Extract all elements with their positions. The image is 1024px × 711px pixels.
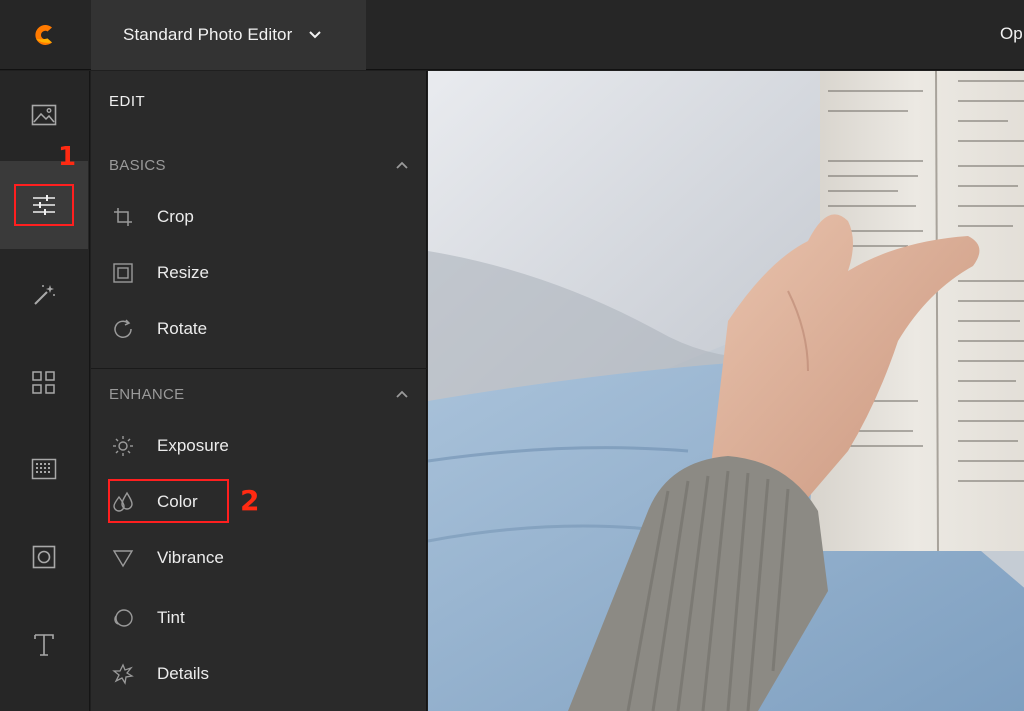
tool-crop[interactable]: Crop (109, 197, 409, 237)
top-bar: Standard Photo Editor Op (0, 0, 1024, 70)
step-marker-1: 1 (58, 142, 77, 172)
highlight-box-adjust (14, 184, 74, 226)
rail-item-effects[interactable] (0, 251, 88, 339)
details-icon (109, 660, 137, 688)
photo-image (428, 71, 1024, 711)
section-basics-title: BASICS (109, 156, 166, 174)
chevron-up-icon (396, 390, 408, 398)
tool-resize-label: Resize (157, 263, 209, 282)
sun-icon (109, 432, 137, 460)
tool-details[interactable]: Details (109, 654, 409, 694)
chevron-down-icon (308, 30, 322, 40)
tool-resize[interactable]: Resize (109, 253, 409, 293)
open-button[interactable]: Op (1000, 24, 1023, 44)
tool-exposure[interactable]: Exposure (109, 426, 409, 466)
editor-mode-label: Standard Photo Editor (123, 25, 293, 44)
tool-tint[interactable]: Tint (109, 598, 409, 638)
chevron-up-icon (396, 161, 408, 169)
highlight-box-color (108, 479, 229, 523)
rail-item-textures[interactable] (0, 425, 88, 513)
rail-item-text[interactable] (0, 601, 88, 689)
tool-vibrance[interactable]: Vibrance (109, 538, 409, 578)
grid-icon (32, 371, 55, 394)
texture-icon (31, 458, 57, 480)
rail-item-layouts[interactable] (0, 339, 88, 427)
image-icon (31, 104, 57, 126)
tool-rail (0, 71, 90, 711)
rail-item-frames[interactable] (0, 513, 88, 601)
editor-mode-dropdown[interactable]: Standard Photo Editor (91, 0, 366, 70)
rotate-icon (109, 315, 137, 343)
tool-rotate-label: Rotate (157, 319, 208, 338)
tint-icon (109, 604, 137, 632)
app-logo[interactable] (0, 0, 90, 70)
resize-icon (109, 259, 137, 287)
tool-crop-label: Crop (157, 207, 194, 226)
text-icon (34, 634, 54, 656)
logo-icon (35, 25, 52, 45)
crop-icon (109, 203, 137, 231)
section-enhance-title: ENHANCE (109, 385, 185, 403)
tool-rotate[interactable]: Rotate (109, 309, 409, 349)
triangle-icon (109, 544, 137, 572)
frame-icon (32, 545, 56, 569)
photo-canvas[interactable] (428, 71, 1024, 711)
magic-wand-icon (34, 285, 55, 305)
edit-panel: EDIT BASICS Crop Resize Rotate ENHANCE E… (91, 71, 427, 711)
step-marker-2: 2 (240, 484, 260, 517)
tool-exposure-label: Exposure (157, 436, 229, 455)
panel-title: EDIT (109, 93, 146, 110)
section-basics-header[interactable]: BASICS (109, 155, 409, 175)
section-divider (91, 368, 427, 369)
section-enhance-header[interactable]: ENHANCE (109, 384, 409, 404)
tool-tint-label: Tint (157, 608, 185, 627)
tool-details-label: Details (157, 664, 209, 683)
tool-vibrance-label: Vibrance (157, 548, 224, 567)
